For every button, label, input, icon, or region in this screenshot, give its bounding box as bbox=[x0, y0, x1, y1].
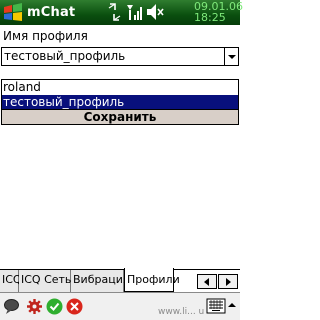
save-button[interactable]: Сохранить bbox=[1, 109, 239, 125]
check-icon[interactable] bbox=[46, 298, 63, 315]
tab-vibration[interactable]: Вибрация bbox=[71, 270, 129, 292]
tab-icq[interactable]: ICQ bbox=[0, 270, 22, 292]
chat-bubble-icon[interactable] bbox=[3, 298, 20, 315]
time-text: 18:25 bbox=[194, 11, 226, 24]
sync-icon[interactable] bbox=[107, 2, 122, 22]
title-bar: mChat 09.01.06 18:25 bbox=[0, 0, 243, 25]
tab-profiles[interactable]: Профили bbox=[124, 268, 180, 292]
tab-icq-network[interactable]: ICQ Сеть bbox=[19, 270, 71, 292]
clock[interactable]: 09.01.06 18:25 bbox=[194, 1, 243, 23]
app-title: mChat bbox=[27, 5, 76, 20]
windows-start-icon[interactable] bbox=[2, 3, 24, 22]
tab-scroll-left-icon[interactable] bbox=[197, 274, 217, 289]
signal-icon[interactable] bbox=[125, 2, 142, 22]
content-area: Имя профиля тестовый_профиль roland тест… bbox=[0, 25, 240, 269]
profile-name-label: Имя профиля bbox=[3, 29, 88, 43]
dropdown-option[interactable]: roland bbox=[2, 80, 238, 95]
profile-dropdown-list: roland тестовый_профиль bbox=[1, 79, 239, 111]
watermark: www.li... u bbox=[158, 307, 205, 317]
tab-bar: ICQ ICQ Сеть Вибрация Профили bbox=[0, 268, 240, 292]
tab-scroll-right-icon[interactable] bbox=[218, 274, 238, 289]
gear-icon[interactable] bbox=[26, 298, 43, 315]
bottom-toolbar: www.li... u bbox=[0, 292, 240, 320]
profile-select[interactable]: тестовый_профиль bbox=[1, 47, 239, 66]
chevron-down-icon[interactable] bbox=[224, 48, 238, 65]
profile-select-value: тестовый_профиль bbox=[4, 49, 126, 63]
volume-icon[interactable] bbox=[145, 2, 165, 22]
close-icon[interactable] bbox=[66, 298, 83, 315]
keyboard-icon[interactable] bbox=[206, 296, 226, 316]
dropdown-option-selected[interactable]: тестовый_профиль bbox=[2, 95, 238, 110]
chevron-up-icon[interactable] bbox=[228, 303, 236, 307]
